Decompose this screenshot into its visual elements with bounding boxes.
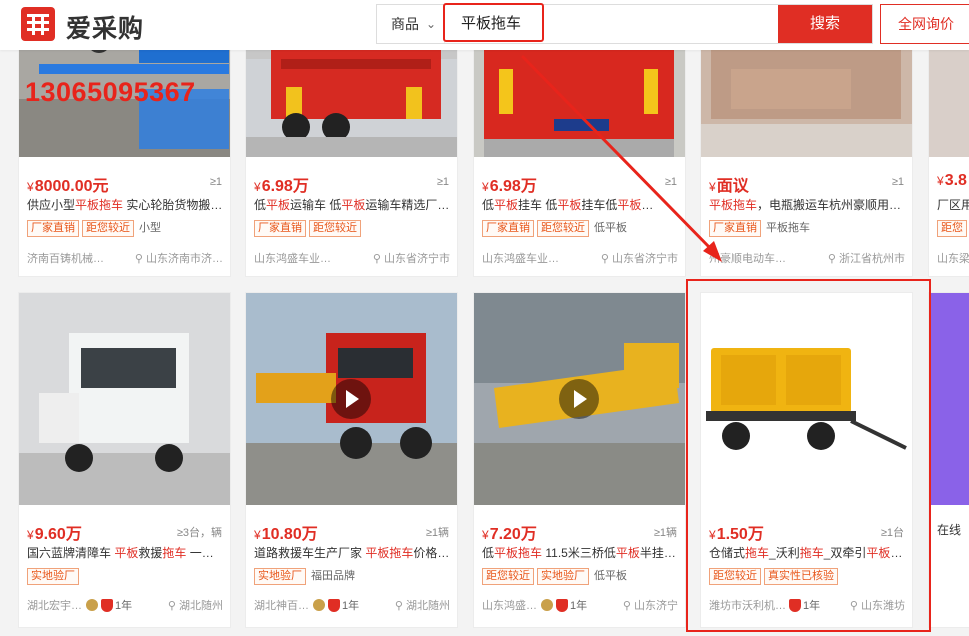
highlight-result-box bbox=[686, 279, 931, 632]
search-highlight-annotation bbox=[443, 3, 544, 42]
